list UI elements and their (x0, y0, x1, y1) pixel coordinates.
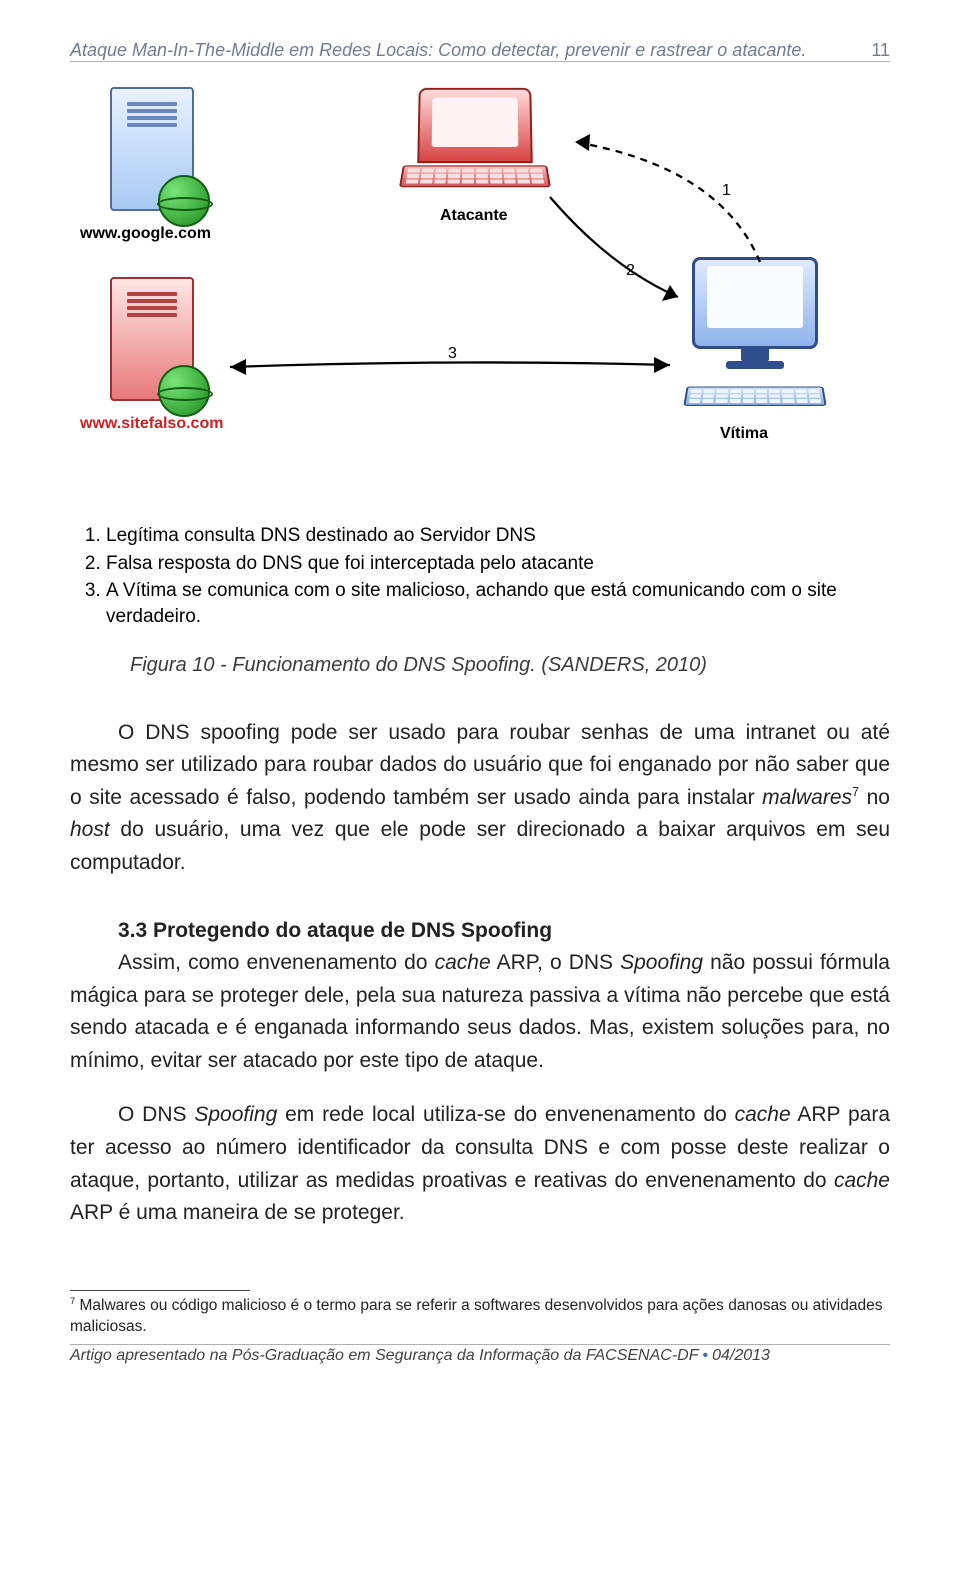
legend-item-2: Falsa resposta do DNS que foi intercepta… (106, 551, 880, 579)
arrow-label-3: 3 (448, 345, 457, 363)
paragraph-1: O DNS spoofing pode ser usado para rouba… (70, 717, 890, 880)
legend-item-1: Legítima consulta DNS destinado ao Servi… (106, 523, 880, 551)
arrow-label-2: 2 (626, 262, 635, 280)
p1-footnote-ref: 7 (852, 785, 859, 799)
paragraph-2: Assim, como envenenamento do cache ARP, … (70, 947, 890, 1077)
section-3-3-heading: 3.3 Protegendo do ataque de DNS Spoofing (118, 919, 890, 943)
legend-item-3: A Vítima se comunica com o site malicios… (106, 578, 880, 631)
arrows-svg (80, 87, 880, 517)
page-number: 11 (851, 40, 890, 61)
p1-text-e: do usuário, uma vez que ele pode ser dir… (70, 818, 890, 874)
p3-text-a: O DNS (118, 1103, 194, 1126)
figure-10: www.google.com www.sitefalso.com Atacant… (80, 87, 880, 632)
p2-text-a: Assim, como envenenamento do (118, 951, 435, 974)
p3-cache2: cache (834, 1169, 890, 1192)
header-title: Ataque Man-In-The-Middle em Redes Locais… (70, 40, 851, 61)
arrow-label-1: 1 (722, 182, 731, 200)
footer-right: 04/2013 (712, 1347, 770, 1364)
page-header: Ataque Man-In-The-Middle em Redes Locais… (70, 40, 890, 62)
page-footer: Artigo apresentado na Pós-Graduação em S… (70, 1344, 890, 1365)
p3-spoofing: Spoofing (194, 1103, 277, 1126)
figure-legend: Legítima consulta DNS destinado ao Servi… (80, 523, 880, 632)
p3-text-g: ARP é uma maneira de se proteger. (70, 1201, 405, 1224)
p3-cache1: cache (735, 1103, 791, 1126)
p1-text-c: no (859, 786, 890, 809)
p1-host: host (70, 818, 110, 841)
p2-spoofing: Spoofing (620, 951, 703, 974)
p2-text-c: ARP, o DNS (491, 951, 620, 974)
dns-spoofing-diagram: www.google.com www.sitefalso.com Atacant… (80, 87, 880, 517)
figure-caption: Figura 10 - Funcionamento do DNS Spoofin… (130, 654, 890, 677)
footer-left: Artigo apresentado na Pós-Graduação em S… (70, 1347, 698, 1364)
footer-bullet-icon: • (698, 1347, 712, 1364)
footnote-separator (70, 1290, 250, 1291)
p1-malwares: malwares (762, 786, 852, 809)
footnote-7: 7 Malwares ou código malicioso é o termo… (70, 1295, 890, 1338)
p3-text-c: em rede local utiliza-se do envenenament… (277, 1103, 734, 1126)
footnote-text: Malwares ou código malicioso é o termo p… (70, 1297, 882, 1335)
paragraph-3: O DNS Spoofing em rede local utiliza-se … (70, 1099, 890, 1229)
p2-cache: cache (435, 951, 491, 974)
